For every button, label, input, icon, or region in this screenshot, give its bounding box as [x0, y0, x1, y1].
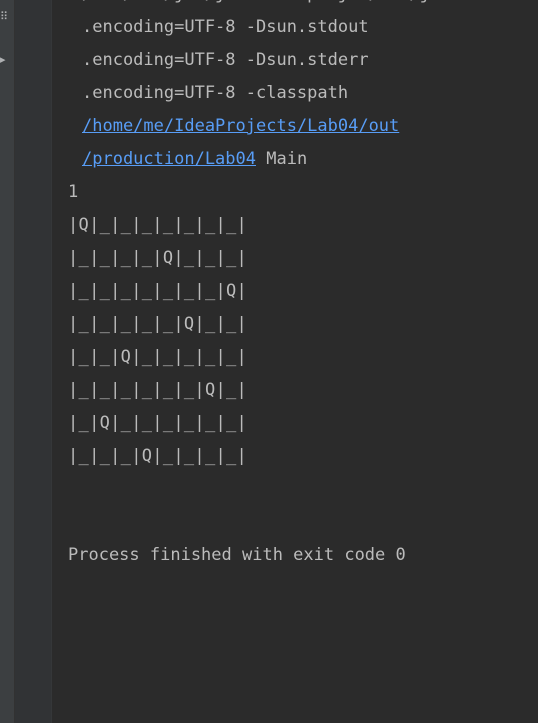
output-line: 1	[68, 182, 79, 202]
command-line-fragment: /usr/lib/jvm/java-11-openjdk/bin/java -D…	[82, 0, 532, 11]
board-row: |_|_|Q|_|_|_|_|_|	[68, 347, 248, 367]
console-gutter	[15, 0, 52, 723]
run-tool-strip: ⠿ ▸	[0, 0, 15, 723]
run-console-window: ⠿ ▸ /usr/lib/jvm/java-11-openjdk/bin/jav…	[0, 0, 538, 723]
board-row: |Q|_|_|_|_|_|_|_|	[68, 215, 248, 235]
exit-message: Process finished with exit code 0	[68, 545, 406, 565]
classpath-link[interactable]: /home/me/IdeaProjects/Lab04/out	[82, 116, 399, 136]
main-class-name: Main	[256, 149, 308, 169]
classpath-link[interactable]: /production/Lab04	[82, 149, 256, 169]
board-row: |_|Q|_|_|_|_|_|_|	[68, 413, 248, 433]
console-output[interactable]: /usr/lib/jvm/java-11-openjdk/bin/java -D…	[52, 0, 538, 723]
toolbar-handle-icon[interactable]: ⠿	[0, 10, 14, 24]
command-line: .encoding=UTF-8 -Dsun.stdout	[82, 17, 369, 37]
command-line: .encoding=UTF-8 -Dsun.stderr	[82, 50, 369, 70]
command-line: .encoding=UTF-8 -classpath	[82, 83, 349, 103]
board-row: |_|_|_|_|Q|_|_|_|	[68, 248, 248, 268]
board-row: |_|_|_|_|_|_|_|Q|	[68, 281, 248, 301]
classpath-line: /production/Lab04 Main	[82, 143, 307, 176]
board-row: |_|_|_|_|_|Q|_|_|	[68, 314, 248, 334]
board-row: |_|_|_|_|_|_|Q|_|	[68, 380, 248, 400]
expand-arrow-icon[interactable]: ▸	[0, 53, 14, 67]
classpath-line: /home/me/IdeaProjects/Lab04/out	[82, 110, 399, 143]
board-row: |_|_|_|Q|_|_|_|_|	[68, 446, 248, 466]
